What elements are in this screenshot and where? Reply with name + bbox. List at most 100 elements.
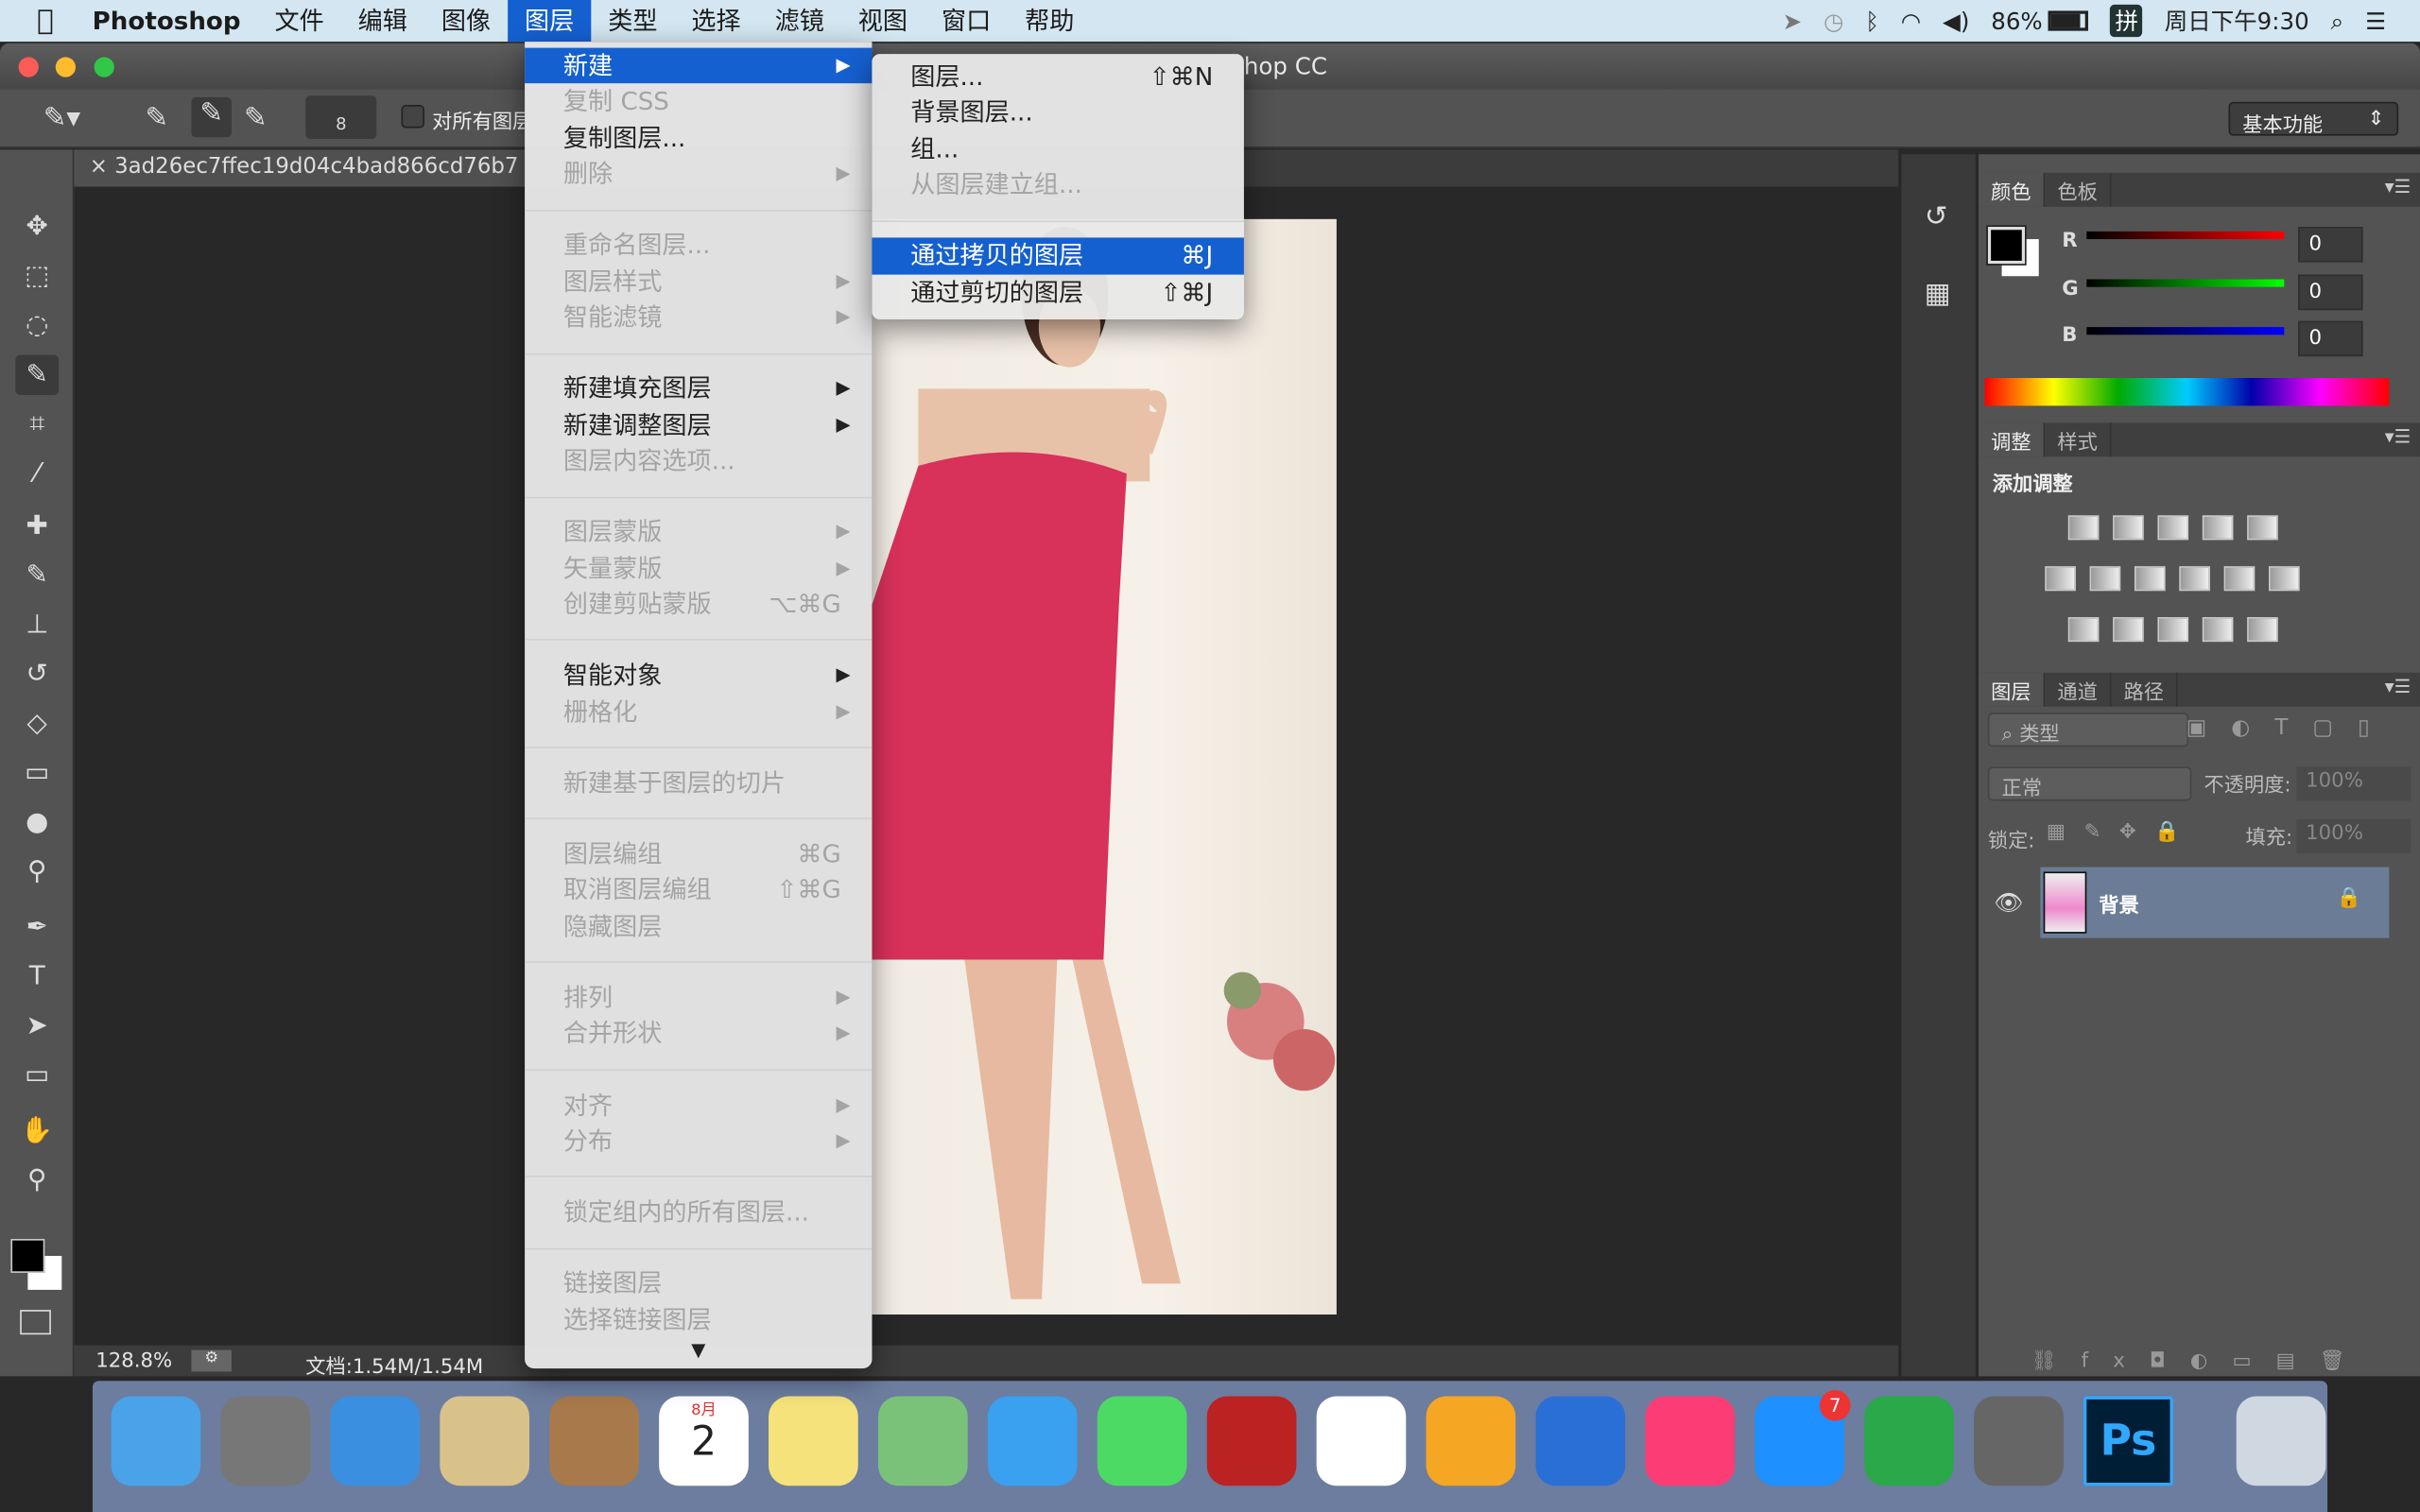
menu-item[interactable]: 复制图层...	[525, 120, 872, 156]
gradient-tool-icon[interactable]: ▭	[15, 753, 59, 793]
dock-system-preferences-icon[interactable]	[1974, 1396, 2064, 1486]
layers-footer-icons[interactable]: ⛓fx◘◐▭▤🗑	[2031, 1350, 2370, 1373]
input-method-icon[interactable]: 拼	[2110, 4, 2143, 38]
document-size[interactable]: 文档:1.54M/1.54M	[305, 1350, 483, 1379]
menu-item[interactable]: 链接图层	[525, 1265, 872, 1301]
dock-messages-icon[interactable]	[987, 1396, 1078, 1486]
move-tool-icon[interactable]: ✥	[15, 207, 59, 247]
vibrance-icon[interactable]	[2247, 515, 2278, 541]
dock-keynote-icon[interactable]	[1535, 1396, 1626, 1486]
menu-item[interactable]: 隐藏图层	[525, 908, 872, 944]
hand-tool-icon[interactable]: ✋	[15, 1111, 59, 1151]
panel-menu-icon[interactable]: ▾☰	[2385, 176, 2411, 198]
volume-icon[interactable]: ◀)	[1943, 7, 1969, 34]
eyedropper-tool-icon[interactable]: ⁄	[15, 454, 59, 493]
threshold-icon[interactable]	[2157, 617, 2189, 643]
dock-facetime-icon[interactable]	[1097, 1396, 1187, 1486]
tab-adjustments[interactable]: 调整	[1979, 422, 2046, 457]
tab-layers[interactable]: 图层	[1979, 672, 2046, 707]
menu-item[interactable]: 智能滤镜 ▶	[525, 300, 872, 335]
spotlight-icon[interactable]: ⌕	[2331, 7, 2344, 34]
blue-value[interactable]: 0	[2298, 320, 2363, 357]
rectangle-tool-icon[interactable]: ▭	[15, 1056, 59, 1095]
menu-item-7[interactable]: 视图	[841, 0, 925, 42]
menu-item[interactable]: 分布 ▶	[525, 1124, 872, 1160]
menu-item[interactable]: 从图层建立组...	[872, 167, 1243, 203]
visibility-eye-icon[interactable]: 👁	[1994, 888, 2023, 916]
dock-calendar-icon[interactable]: 8月 2	[659, 1396, 749, 1486]
panel-menu-icon[interactable]: ▾☰	[2385, 426, 2411, 448]
fill-field[interactable]: 100%	[2296, 818, 2411, 853]
new-selection-icon[interactable]: ✎	[145, 102, 168, 134]
menu-item[interactable]: 栅格化 ▶	[525, 694, 872, 730]
brush-size-picker[interactable]: 8	[305, 95, 377, 139]
menu-scroll-down-icon[interactable]: ▼	[525, 1338, 872, 1363]
panel-menu-icon[interactable]: ▾☰	[2385, 676, 2411, 697]
properties-panel-icon[interactable]: ▦	[1925, 278, 1951, 310]
apple-icon[interactable]: 	[0, 0, 76, 42]
canvas-image[interactable]	[872, 218, 1337, 1315]
add-selection-icon[interactable]: ✎	[191, 96, 232, 138]
menu-item[interactable]: 新建 ▶	[525, 47, 873, 84]
levels-icon[interactable]	[2113, 515, 2144, 541]
foreground-color-swatch[interactable]	[10, 1239, 45, 1273]
pen-tool-icon[interactable]: ✒	[15, 907, 59, 947]
filter-icons[interactable]: ▣◐T▢▯	[2149, 716, 2394, 741]
dock-maps-icon[interactable]	[877, 1396, 968, 1486]
wifi-icon[interactable]: ◠	[1901, 7, 1921, 34]
battery-icon[interactable]	[2048, 10, 2089, 31]
green-slider[interactable]	[2086, 279, 2285, 287]
tab-color[interactable]: 颜色	[1979, 172, 2046, 207]
tab-paths[interactable]: 路径	[2112, 672, 2178, 707]
dock-notes-icon[interactable]	[769, 1396, 858, 1486]
dock-photos-icon[interactable]	[1316, 1396, 1407, 1486]
eraser-tool-icon[interactable]: ◇	[15, 703, 59, 743]
menu-item[interactable]: 重命名图层...	[525, 228, 872, 264]
stamp-tool-icon[interactable]: ⊥	[15, 605, 59, 644]
quick-mask-icon[interactable]	[20, 1310, 51, 1335]
menu-app[interactable]: Photoshop	[76, 0, 258, 42]
menu-item[interactable]: 图层样式 ▶	[525, 264, 872, 300]
subtract-selection-icon[interactable]: ✎	[244, 102, 268, 134]
dock-photo-booth-icon[interactable]	[1206, 1396, 1297, 1486]
menu-item-1[interactable]: 编辑	[341, 0, 424, 42]
layer-row[interactable]: 背景 🔒	[2040, 867, 2390, 938]
menu-item-8[interactable]: 窗口	[925, 0, 1008, 42]
history-brush-tool-icon[interactable]: ↺	[15, 654, 59, 694]
gradient-map-icon[interactable]	[2247, 617, 2278, 643]
dock-telegram-icon[interactable]	[1864, 1396, 1954, 1486]
menu-item[interactable]: 排列 ▶	[525, 980, 872, 1016]
dock-pages-icon[interactable]	[1426, 1396, 1516, 1486]
menu-item[interactable]: 新建调整图层 ▶	[525, 407, 872, 443]
quick-selection-tool-icon[interactable]: ✎	[15, 354, 60, 395]
curves-icon[interactable]	[2157, 515, 2189, 541]
menu-item[interactable]: 图层蒙版 ▶	[525, 514, 872, 550]
menu-item[interactable]: 创建剪贴蒙版 ⌥⌘G	[525, 587, 872, 623]
zoom-button[interactable]	[94, 57, 114, 77]
menu-item-4[interactable]: 类型	[591, 0, 674, 42]
notification-center-icon[interactable]: ☰	[2365, 7, 2386, 34]
color-lookup-icon[interactable]	[2268, 566, 2300, 592]
sample-all-checkbox[interactable]	[401, 105, 424, 129]
close-button[interactable]	[18, 57, 39, 77]
brush-tool-icon[interactable]: ✎	[15, 556, 59, 595]
blur-tool-icon[interactable]: ●	[15, 802, 59, 842]
battery-text[interactable]: 86%	[1991, 7, 2042, 34]
menu-item[interactable]: 取消图层编组 ⇧⌘G	[525, 872, 872, 908]
color-balance-icon[interactable]	[2089, 566, 2121, 592]
dock-launchpad-icon[interactable]	[220, 1396, 311, 1486]
red-slider[interactable]	[2086, 231, 2285, 240]
status-options-icon[interactable]: ⚙	[191, 1349, 232, 1372]
menu-item[interactable]: 新建基于图层的切片	[525, 765, 872, 801]
photo-filter-icon[interactable]	[2179, 566, 2210, 592]
tab-swatches[interactable]: 色板	[2045, 172, 2112, 207]
healing-tool-icon[interactable]: ✚	[15, 507, 59, 546]
lasso-tool-icon[interactable]: ◌	[15, 305, 59, 345]
quick-selection-preset-icon[interactable]: ✎▾	[43, 102, 80, 134]
menu-item[interactable]: 锁定组内的所有图层...	[525, 1194, 872, 1230]
menu-item[interactable]: 图层编组 ⌘G	[525, 836, 872, 872]
black-white-icon[interactable]	[2134, 566, 2166, 592]
lock-icons[interactable]: ▦✎✥🔒	[2047, 821, 2198, 844]
red-value[interactable]: 0	[2298, 226, 2363, 263]
time-machine-icon[interactable]: ◷	[1824, 7, 1843, 34]
